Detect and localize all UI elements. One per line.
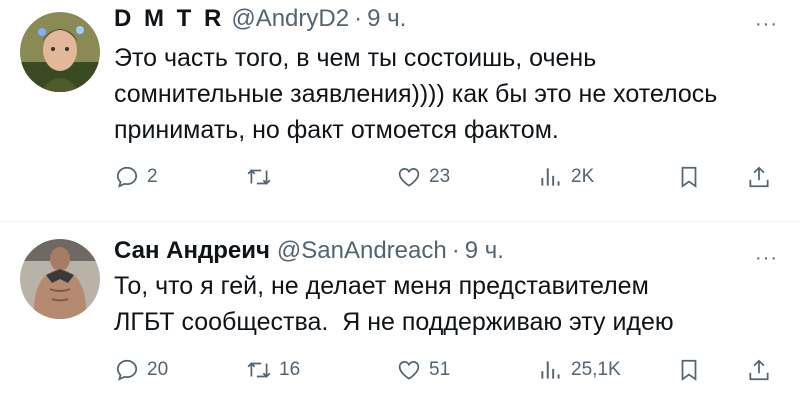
action-bar: 20 16 51 25,1K (114, 355, 778, 385)
divider (0, 221, 800, 222)
avatar[interactable] (20, 239, 100, 319)
views-icon (541, 361, 560, 379)
avatar[interactable] (20, 12, 100, 92)
handle[interactable]: @AndryD2 (231, 4, 349, 34)
reply-button[interactable]: 20 (114, 355, 168, 385)
retweet-icon (247, 169, 271, 185)
timestamp[interactable]: 9 ч. (465, 236, 504, 266)
share-button[interactable] (746, 355, 772, 385)
display-name[interactable]: D M T R (114, 4, 224, 34)
tweet-header: D M T R @AndryD2 · 9 ч. (114, 4, 406, 34)
separator: · (354, 5, 363, 32)
views-button[interactable]: 25,1K (538, 355, 621, 385)
reply-count: 2 (147, 166, 158, 187)
views-button[interactable]: 2K (538, 162, 594, 192)
tweet-header: Сан Андреич @SanAndreach · 9 ч. (114, 236, 504, 266)
display-name[interactable]: Сан Андреич (114, 236, 270, 266)
like-button[interactable]: 51 (396, 355, 450, 385)
like-button[interactable]: 23 (396, 162, 450, 192)
bookmark-button[interactable] (676, 162, 702, 192)
views-icon (541, 168, 560, 186)
retweet-count: 16 (279, 359, 301, 380)
like-count: 51 (429, 359, 451, 380)
heart-icon (398, 361, 420, 380)
views-count: 2K (571, 166, 595, 187)
views-count: 25,1K (571, 359, 621, 380)
action-bar: 2 23 2K (114, 162, 778, 192)
tweet-text: То, что я гей, не делает меня представит… (114, 272, 674, 336)
separator: · (451, 237, 460, 264)
timestamp[interactable]: 9 ч. (367, 4, 406, 34)
tweet: D M T R @AndryD2 · 9 ч. ··· Это часть то… (0, 0, 800, 222)
reply-button[interactable]: 2 (114, 162, 158, 192)
bookmark-button[interactable] (676, 355, 702, 385)
bookmark-icon (681, 359, 697, 381)
more-icon[interactable]: ··· (755, 248, 778, 268)
reply-icon (116, 166, 138, 188)
more-icon[interactable]: ··· (755, 14, 778, 34)
handle[interactable]: @SanAndreach (277, 236, 447, 266)
reply-icon (116, 359, 138, 381)
share-icon (749, 359, 769, 381)
retweet-button[interactable]: 16 (246, 355, 300, 385)
reply-count: 20 (147, 359, 169, 380)
share-icon (749, 166, 769, 188)
retweet-icon (247, 362, 271, 378)
tweet-text: Это часть того, в чем ты состоишь, очень… (114, 44, 718, 144)
heart-icon (398, 168, 420, 187)
retweet-button[interactable] (246, 162, 279, 192)
like-count: 23 (429, 166, 451, 187)
bookmark-icon (681, 166, 697, 188)
share-button[interactable] (746, 162, 772, 192)
